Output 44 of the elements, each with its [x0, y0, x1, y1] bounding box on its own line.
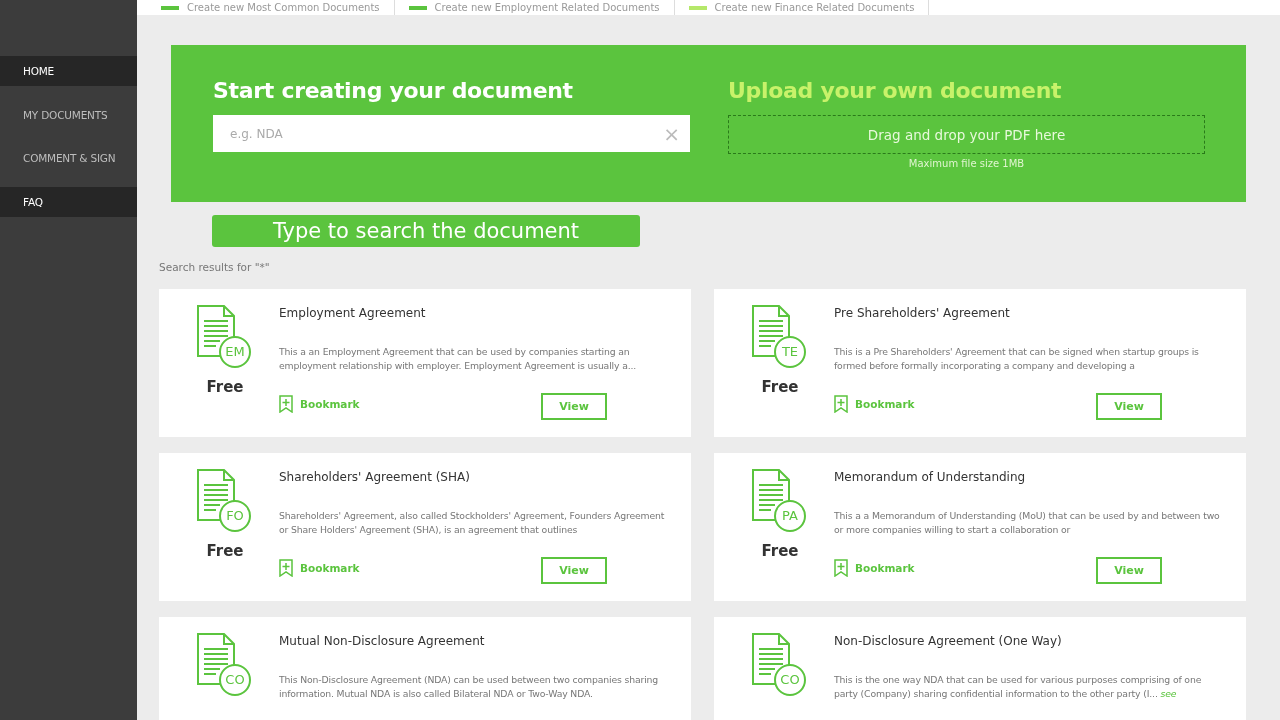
bookmark-button[interactable]: Bookmark — [834, 394, 915, 413]
document-description: This is the one way NDA that can be used for various purposes comprising of one party (Company) sharing confidential information to the other party (I... see — [834, 673, 1203, 701]
document-title: Non-Disclosure Agreement (One Way) — [834, 634, 1062, 648]
document-description: This a a Memorandum of Understanding (MoU) that can be used by and between two or more companies willing to start a collaboration or — [834, 509, 1221, 537]
document-description: This is a Pre Shareholders' Agreement that can be signed when startup groups is formed before formally incorporating a company and developing a — [834, 345, 1200, 373]
view-button[interactable]: View — [541, 393, 607, 420]
see-more-link[interactable]: see — [1160, 688, 1177, 699]
bookmark-button[interactable]: Bookmark — [279, 558, 360, 577]
price-label: Free — [761, 378, 799, 396]
file-size-note: Maximum file size 1MB — [908, 158, 1025, 169]
drop-zone[interactable]: Drag and drop your PDF here — [728, 115, 1205, 154]
price-label: Free — [206, 378, 244, 396]
price-label: Free — [206, 542, 244, 560]
price-label: Free — [761, 542, 799, 560]
sidebar-item[interactable]: MY DOCUMENTS — [0, 99, 137, 130]
sidebar-item[interactable]: FAQ — [0, 186, 137, 217]
document-title: Pre Shareholders' Agreement — [834, 306, 1010, 320]
document-title: Mutual Non-Disclosure Agreement — [279, 634, 485, 648]
bookmark-icon — [834, 558, 848, 577]
section-title: Upload your own document — [728, 78, 1063, 103]
section-title: Start creating your document — [213, 78, 574, 103]
document-title: Shareholders' Agreement (SHA) — [279, 470, 470, 484]
document-description: This a an Employment Agreement that can be used by companies starting an employment relationship with employer. Employment Agreement is usually a... — [279, 345, 638, 373]
bookmark-icon — [834, 394, 848, 413]
category-tab[interactable]: Create new Employment Related Documents — [394, 0, 675, 15]
bookmark-icon — [279, 394, 293, 413]
view-button[interactable]: View — [1096, 557, 1162, 584]
bookmark-icon — [279, 558, 293, 577]
category-tab[interactable]: Create new Finance Related Documents — [674, 0, 930, 15]
bookmark-button[interactable]: Bookmark — [279, 394, 360, 413]
bookmark-button[interactable]: Bookmark — [834, 558, 915, 577]
sidebar-item[interactable]: HOME — [0, 56, 137, 86]
view-button[interactable]: View — [541, 557, 607, 584]
document-description: This Non-Disclosure Agreement (NDA) can be used between two companies sharing information. Mutual NDA is also called Bilateral NDA or Two-Way NDA. — [279, 673, 660, 701]
clear-icon[interactable]: × — [663, 123, 680, 144]
sidebar-item[interactable]: COMMENT & SIGN — [0, 143, 137, 173]
view-button[interactable]: View — [1096, 393, 1162, 420]
document-description: Shareholders' Agreement, also called Stockholders' Agreement, Founders Agreement or Share Holders' Agreement (SHA), is an agreement that outlines — [279, 509, 666, 537]
document-title: Memorandum of Understanding — [834, 470, 1026, 484]
document-title: Employment Agreement — [279, 306, 426, 320]
category-tab[interactable]: Create new Most Common Documents — [147, 0, 395, 15]
search-field[interactable]: e.g. NDA × — [213, 115, 690, 152]
results-label: Search results for "*" — [159, 261, 270, 273]
search-button[interactable]: Type to search the document — [212, 215, 640, 247]
